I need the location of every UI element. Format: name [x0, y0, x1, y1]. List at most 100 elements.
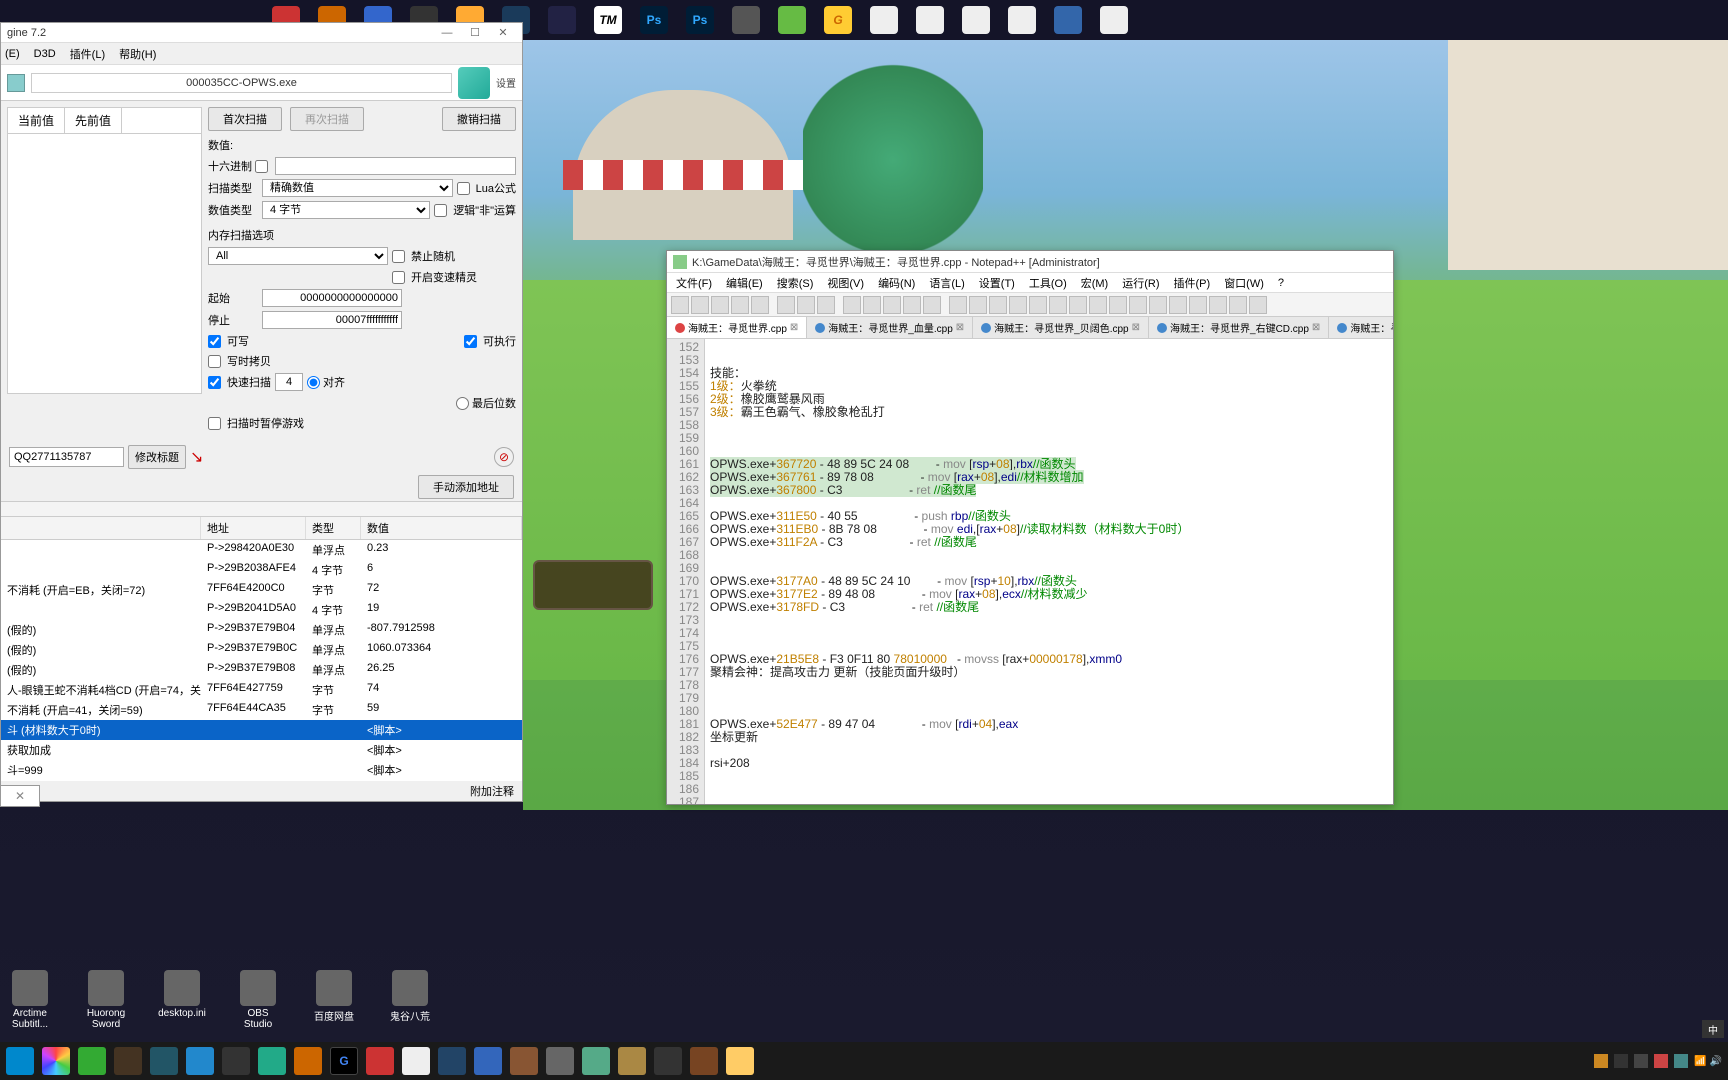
- menu-run[interactable]: 运行(R): [1117, 275, 1164, 291]
- speedhack-checkbox[interactable]: [392, 271, 405, 284]
- taskbar-icon[interactable]: [582, 1047, 610, 1075]
- tray-icon[interactable]: [1654, 1054, 1668, 1068]
- fastscan-value[interactable]: [275, 373, 303, 391]
- table-row[interactable]: (假的)P->29B37E79B08单浮点26.25: [1, 660, 522, 680]
- editor-tab[interactable]: 海贼王：寻觅世界_贝阔色.cpp⊠: [973, 317, 1149, 338]
- obs-icon[interactable]: [654, 1047, 682, 1075]
- toolbar-button[interactable]: [1029, 296, 1047, 314]
- desktop-icon[interactable]: desktop.ini: [156, 970, 208, 1030]
- stop-addr-input[interactable]: [262, 311, 402, 329]
- taskbar-icon[interactable]: [510, 1047, 538, 1075]
- taskbar-icon[interactable]: [114, 1047, 142, 1075]
- taskbar-icon[interactable]: [366, 1047, 394, 1075]
- toolbar-button[interactable]: [671, 296, 689, 314]
- menu-help[interactable]: ?: [1273, 277, 1289, 289]
- modify-title-button[interactable]: 修改标题: [128, 445, 186, 469]
- menu-file[interactable]: 文件(F): [671, 275, 717, 291]
- photoshop-icon[interactable]: Ps: [686, 6, 714, 34]
- undo-scan-button[interactable]: 撤销扫描: [442, 107, 516, 131]
- language-indicator[interactable]: 中: [1702, 1020, 1724, 1038]
- lastdigits-radio[interactable]: [456, 397, 469, 410]
- table-row[interactable]: (假的)P->29B37E79B0C单浮点1060.073364: [1, 640, 522, 660]
- start-button[interactable]: [6, 1047, 34, 1075]
- table-row[interactable]: 不消耗 (开启=41，关闭=59)7FF64E44CA35字节59: [1, 700, 522, 720]
- file-tab-close[interactable]: ✕: [0, 785, 40, 807]
- writable-checkbox[interactable]: [208, 335, 221, 348]
- file-icon[interactable]: [1100, 6, 1128, 34]
- col-value[interactable]: 数值: [361, 517, 522, 539]
- table-row[interactable]: 斗=999<脚本>: [1, 760, 522, 780]
- file-icon[interactable]: [962, 6, 990, 34]
- no-random-checkbox[interactable]: [392, 250, 405, 263]
- menu-window[interactable]: 窗口(W): [1219, 275, 1269, 291]
- desktop-icon[interactable]: ArctimeSubtitl...: [4, 970, 56, 1030]
- tray-icon[interactable]: [1614, 1054, 1628, 1068]
- toolbar-button[interactable]: [989, 296, 1007, 314]
- toolbar-button[interactable]: [1049, 296, 1067, 314]
- toolbar-button[interactable]: [843, 296, 861, 314]
- app-icon[interactable]: [548, 6, 576, 34]
- toolbar-button[interactable]: [691, 296, 709, 314]
- game-hotbar[interactable]: [533, 560, 653, 610]
- code-area[interactable]: 技能： 1级：火拳统 2级：橡胶鹰鹫暴风雨 3级：霸王色霸气、橡胶象枪乱打 OP…: [705, 339, 1393, 804]
- hex-checkbox[interactable]: [255, 160, 268, 173]
- close-button[interactable]: ✕: [490, 25, 516, 41]
- value-type-select[interactable]: 4 字节: [262, 201, 430, 219]
- toolbar-button[interactable]: [1089, 296, 1107, 314]
- toolbar-button[interactable]: [1189, 296, 1207, 314]
- taskbar-icon[interactable]: [618, 1047, 646, 1075]
- toolbar-button[interactable]: [797, 296, 815, 314]
- toolbar-button[interactable]: [883, 296, 901, 314]
- editor-tab[interactable]: 海贼王：寻觅世界_右键CD.cpp⊠: [1149, 317, 1329, 338]
- col-address[interactable]: 地址: [201, 517, 306, 539]
- desktop-icon[interactable]: 百度网盘: [308, 970, 360, 1030]
- menu-item[interactable]: 帮助(H): [119, 46, 156, 62]
- ce-footer[interactable]: 附加注释: [1, 781, 522, 801]
- taskbar-icon[interactable]: [402, 1047, 430, 1075]
- taskbar-icon[interactable]: [186, 1047, 214, 1075]
- wechat-icon[interactable]: [78, 1047, 106, 1075]
- taskbar-icon[interactable]: [294, 1047, 322, 1075]
- menu-item[interactable]: 插件(L): [70, 46, 105, 62]
- app-icon[interactable]: [732, 6, 760, 34]
- menu-view[interactable]: 视图(V): [822, 275, 869, 291]
- taskbar-icon[interactable]: [474, 1047, 502, 1075]
- tab-current-value[interactable]: 当前值: [8, 108, 65, 133]
- process-name[interactable]: 000035CC-OPWS.exe: [31, 73, 452, 93]
- menu-item[interactable]: D3D: [34, 48, 56, 60]
- lua-checkbox[interactable]: [457, 182, 470, 195]
- table-row[interactable]: 获取加成<脚本>: [1, 740, 522, 760]
- app-icon[interactable]: [778, 6, 806, 34]
- menu-tools[interactable]: 工具(O): [1024, 275, 1072, 291]
- cow-checkbox[interactable]: [208, 355, 221, 368]
- tray-icon[interactable]: [1634, 1054, 1648, 1068]
- table-row[interactable]: P->29B2038AFE44 字节6: [1, 560, 522, 580]
- app-icon[interactable]: [1054, 6, 1082, 34]
- taskbar-icon[interactable]: [438, 1047, 466, 1075]
- ce-logo-icon[interactable]: [458, 67, 490, 99]
- toolbar-button[interactable]: [1169, 296, 1187, 314]
- scan-type-select[interactable]: 精确数值: [262, 179, 453, 197]
- desktop-icon[interactable]: HuorongSword: [80, 970, 132, 1030]
- menu-encoding[interactable]: 编码(N): [873, 275, 920, 291]
- maximize-button[interactable]: ☐: [462, 25, 488, 41]
- executable-checkbox[interactable]: [464, 335, 477, 348]
- taskbar-icon[interactable]: [150, 1047, 178, 1075]
- toolbar-button[interactable]: [1069, 296, 1087, 314]
- toolbar-button[interactable]: [863, 296, 881, 314]
- toolbar-button[interactable]: [711, 296, 729, 314]
- editor-tab[interactable]: 海贼王：寻觅世界_血量.cpp⊠: [807, 317, 973, 338]
- toolbar-button[interactable]: [1129, 296, 1147, 314]
- system-tray[interactable]: 📶 🔊: [1594, 1054, 1722, 1068]
- tray-icon[interactable]: [1674, 1054, 1688, 1068]
- taskbar-icon[interactable]: [222, 1047, 250, 1075]
- menu-settings[interactable]: 设置(T): [974, 275, 1020, 291]
- toolbar-button[interactable]: [731, 296, 749, 314]
- table-row[interactable]: (假的)P->29B37E79B04单浮点-807.7912598: [1, 620, 522, 640]
- npp-titlebar[interactable]: K:\GameData\海贼王：寻觅世界\海贼王：寻觅世界.cpp - Note…: [667, 251, 1393, 273]
- table-row[interactable]: P->298420A0E30单浮点0.23: [1, 540, 522, 560]
- table-row[interactable]: 不消耗 (开启=EB，关闭=72)7FF64E4200C0字节72: [1, 580, 522, 600]
- pause-checkbox[interactable]: [208, 417, 221, 430]
- first-scan-button[interactable]: 首次扫描: [208, 107, 282, 131]
- toolbar-button[interactable]: [777, 296, 795, 314]
